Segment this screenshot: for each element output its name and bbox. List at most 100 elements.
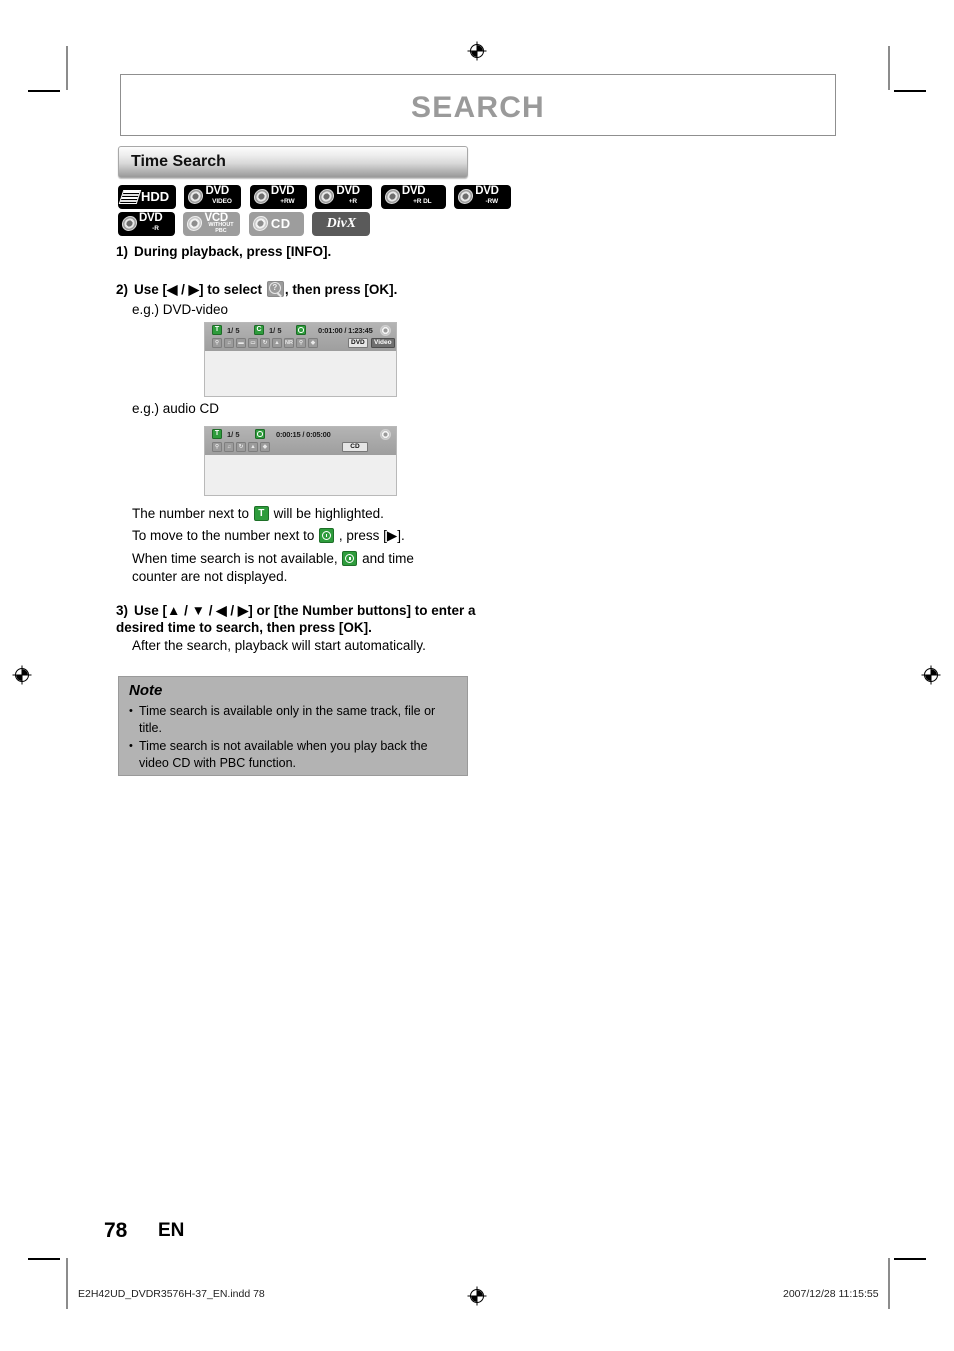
repeat-icon: ↻ <box>260 338 270 348</box>
media-icon-label: DVD <box>205 185 229 197</box>
osd-display-dvd: T 1/ 5 C 1/ 5 0:01:00 / 1:23:45 ⚲ ♫ ▬ ▭ … <box>204 322 397 397</box>
trim-line-right-top <box>888 46 890 90</box>
inline-note-line-2: To move to the number next to , press [▶… <box>132 527 472 545</box>
note-title: Note <box>129 682 163 699</box>
media-icon-sublabel: -RW <box>485 198 499 205</box>
osd-row-bottom: ⚲ ♫ ↻ ▲ ◆ CD <box>208 442 393 453</box>
title-badge-icon: T <box>212 429 222 439</box>
media-icon-label: DVD <box>401 185 426 197</box>
media-icon-label: CD <box>270 216 291 231</box>
media-tag-dvd: DVD <box>348 338 368 348</box>
inline-note-3-before: When time search is not available, <box>132 551 338 566</box>
step-2: 2) Use [◀ / ▶] to select ?, then press [… <box>116 281 516 298</box>
media-icon-dvd-minus-r: DVD -R <box>118 212 175 236</box>
step-3-subtext: After the search, playback will start au… <box>132 638 426 653</box>
clock-badge-icon <box>255 429 265 439</box>
registration-mark-top <box>467 41 487 61</box>
registration-mark-bottom <box>467 1286 487 1306</box>
registration-mark-left <box>12 665 32 685</box>
media-icon-label: DVD <box>475 185 499 197</box>
page-header-box: SEARCH <box>120 74 836 136</box>
registration-mark-right <box>921 665 941 685</box>
media-icon-cd: CD <box>248 212 304 236</box>
note-list: Time search is available only in the sam… <box>129 703 459 773</box>
inline-note-line-1: The number next to T will be highlighted… <box>132 505 472 523</box>
media-icon-dvd-minus-rw: DVD -RW <box>454 185 512 209</box>
step-2-number: 2) <box>116 282 129 297</box>
chapter-badge-icon: C <box>254 325 264 335</box>
page-title: SEARCH <box>411 91 545 124</box>
media-icon-dvd-plus-r: DVD +R <box>315 185 373 209</box>
search-icon: ⚲ <box>212 442 222 452</box>
repeat-icon: ↻ <box>236 442 246 452</box>
time-counter: 0:00:15 / 0:05:00 <box>276 430 331 439</box>
section-heading-label: Time Search <box>131 153 226 170</box>
inline-note-1-after: will be highlighted. <box>273 506 384 521</box>
time-counter: 0:01:00 / 1:23:45 <box>318 326 373 335</box>
clock-badge-icon <box>296 325 306 335</box>
osd-bar-dvd: T 1/ 5 C 1/ 5 0:01:00 / 1:23:45 ⚲ ♫ ▬ ▭ … <box>205 323 396 351</box>
chapter-counter: 1/ 5 <box>269 326 282 335</box>
title-badge-icon: T <box>253 506 269 521</box>
inline-note-3-after: and time <box>362 551 414 566</box>
angle-icon: ▭ <box>248 338 258 348</box>
inline-note-2-before: To move to the number next to <box>132 528 315 543</box>
step-1-number: 1) <box>116 244 129 259</box>
step-1-text: During playback, press [INFO]. <box>134 244 332 259</box>
inline-note-line-3: When time search is not available, and t… <box>132 550 462 586</box>
disc-status-icon <box>380 325 391 336</box>
disc-icon <box>252 216 269 231</box>
step-3: 3) Use [▲ / ▼ / ◀ / ▶] or [the Number bu… <box>116 602 476 636</box>
media-icon-label: DVD <box>336 185 360 197</box>
media-icon-label: HDD <box>141 189 170 204</box>
crop-mark-bottom-right <box>894 1258 926 1260</box>
search-icon: ⚲ <box>212 338 222 348</box>
clock-badge-icon <box>342 551 358 566</box>
step-1: 1) During playback, press [INFO]. <box>116 243 516 260</box>
page-language: EN <box>158 1220 185 1241</box>
media-icon-sublabel: -R <box>152 225 159 232</box>
media-icon-divx: DivX <box>312 212 371 236</box>
media-icon-row-1: HDD DVD VIDEO DVD +RW DVD +R DVD +R DL D… <box>118 185 515 209</box>
trim-line-footer-left <box>66 1283 68 1309</box>
media-icon-label: DivX <box>326 216 357 231</box>
media-icon-row-2: DVD -R VCD WITHOUT PBC CD DivX <box>118 212 374 236</box>
inline-note-3-cont: counter are not displayed. <box>132 569 288 584</box>
step-3-number: 3) <box>116 603 129 618</box>
picture-adjust-icon: ◆ <box>308 338 318 348</box>
surround-icon: ▲ <box>272 338 282 348</box>
clock-badge-icon <box>319 528 335 543</box>
note-item: Time search is not available when you pl… <box>129 738 459 771</box>
picture-adjust-icon: ◆ <box>260 442 270 452</box>
disc-icon <box>457 189 475 204</box>
disc-icon <box>253 189 270 204</box>
trim-line-left-top <box>66 46 68 90</box>
disc-icon <box>121 216 138 231</box>
media-icon-sublabel: +RW <box>280 198 295 205</box>
media-icon-hdd: HDD <box>118 185 176 209</box>
disc-icon <box>384 189 401 204</box>
media-icon-label: DVD <box>139 212 163 224</box>
track-counter: 1/ 5 <box>227 430 240 439</box>
example-cd-label: e.g.) audio CD <box>132 401 220 416</box>
title-badge-icon: T <box>212 325 222 335</box>
page-number: 78 <box>104 1219 128 1242</box>
osd-row-bottom: ⚲ ♫ ▬ ▭ ↻ ▲ NR ⚲ ◆ DVD Video <box>208 338 395 349</box>
osd-row-top: T 1/ 5 0:00:15 / 0:05:00 <box>208 429 393 440</box>
media-icon-label: DVD <box>270 185 295 197</box>
subtitle-icon: ▬ <box>236 338 246 348</box>
hdd-platter-icon <box>118 190 142 204</box>
media-icon-dvd-plus-rw: DVD +RW <box>249 185 307 209</box>
audio-icon: ♫ <box>224 338 234 348</box>
media-icon-sublabel: +R DL <box>413 198 432 205</box>
media-icon-vcd: VCD WITHOUT PBC <box>183 212 241 236</box>
media-icon-sublabel: +R <box>348 198 357 205</box>
inline-note-2-after: , press [▶]. <box>338 528 405 543</box>
disc-status-icon <box>380 429 391 440</box>
crop-mark-bottom-left <box>28 1258 60 1260</box>
zoom-icon: ⚲ <box>296 338 306 348</box>
step-2-text-after: , then press [OK]. <box>284 282 398 297</box>
example-dvd-label: e.g.) DVD-video <box>132 302 229 317</box>
print-timestamp: 2007/12/28 11:15:55 <box>783 1288 879 1300</box>
osd-display-cd: T 1/ 5 0:00:15 / 0:05:00 ⚲ ♫ ↻ ▲ ◆ CD <box>204 426 397 496</box>
